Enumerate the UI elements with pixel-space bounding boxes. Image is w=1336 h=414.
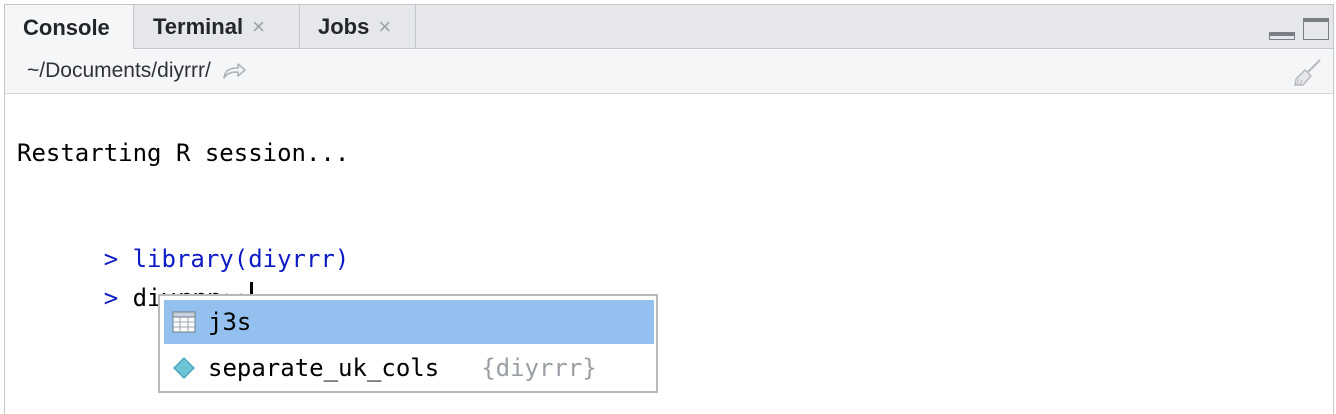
completion-item-label: j3s [208,308,252,336]
autocomplete-popup: j3s separate_uk_cols {diyrrr} [158,294,658,393]
working-directory-bar: ~/Documents/diyrrr/ [5,49,1333,94]
function-icon [172,356,198,380]
tab-label: Terminal [153,14,244,39]
go-to-directory-icon[interactable] [221,61,247,81]
table-icon [172,311,198,333]
prompt-symbol: > [103,284,119,312]
completion-item[interactable]: separate_uk_cols {diyrrr} [164,346,654,390]
tab-jobs[interactable]: Jobs × [300,5,416,49]
tab-console[interactable]: Console [5,5,134,50]
working-directory-path: ~/Documents/diyrrr/ [27,59,211,82]
completion-item[interactable]: j3s [164,300,654,344]
minimize-icon[interactable] [1269,32,1295,40]
tab-label: Jobs [318,14,370,39]
window-controls [1269,18,1329,40]
close-icon[interactable]: × [252,14,265,40]
console-output-line: Restarting R session... [17,139,350,167]
broom-icon[interactable] [1293,57,1323,87]
completion-item-label: separate_uk_cols [208,354,440,382]
tab-terminal[interactable]: Terminal × [134,5,300,49]
completion-item-package: {diyrrr} [481,354,597,382]
close-icon[interactable]: × [378,14,391,40]
pane-tab-strip: Console Terminal × Jobs × [5,5,1333,50]
tab-label: Console [23,14,110,40]
maximize-icon[interactable] [1303,18,1329,40]
